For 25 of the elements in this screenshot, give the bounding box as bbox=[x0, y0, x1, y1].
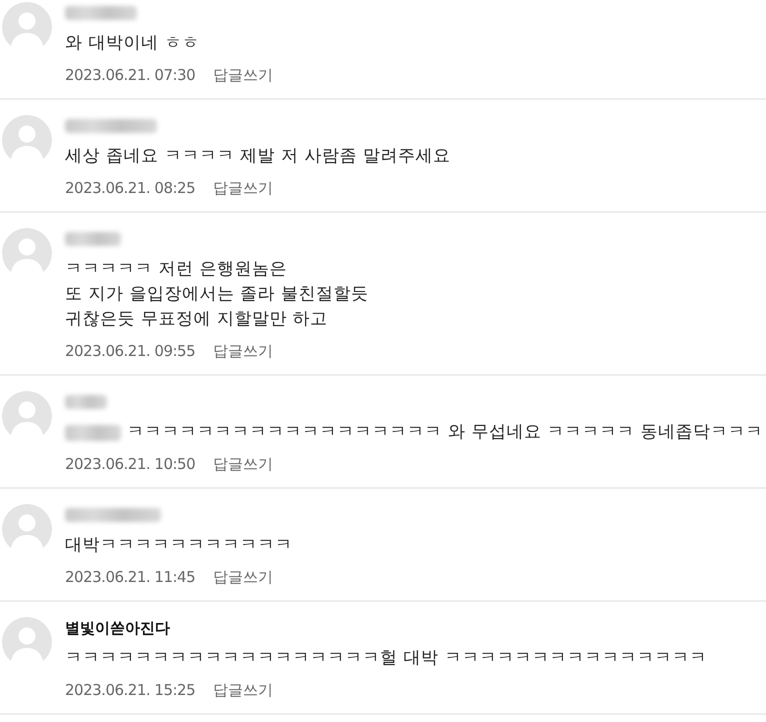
reply-link[interactable]: 답글쓰기 bbox=[213, 177, 274, 199]
comment-date: 2023.06.21. 11:45 bbox=[65, 567, 196, 588]
avatar-icon bbox=[2, 504, 52, 554]
comment-text: 세상 좁네요 ㅋㅋㅋㅋ 제발 저 사람좀 말려주세요 bbox=[65, 145, 450, 168]
comment-date: 2023.06.21. 10:50 bbox=[65, 454, 196, 475]
avatar-icon bbox=[2, 2, 52, 52]
reply-link[interactable]: 답글쓰기 bbox=[213, 679, 274, 701]
comment-date: 2023.06.21. 09:55 bbox=[65, 341, 196, 362]
reply-link[interactable]: 답글쓰기 bbox=[213, 64, 274, 86]
avatar-icon bbox=[2, 617, 52, 667]
comment-date: 2023.06.21. 08:25 bbox=[65, 178, 196, 199]
avatar-icon bbox=[2, 115, 52, 165]
author-name: 별빛이쏟아진다 bbox=[65, 618, 170, 638]
comment-date: 2023.06.21. 07:30 bbox=[65, 65, 196, 86]
comment-text: 와 대박이네 ㅎㅎ bbox=[65, 32, 200, 55]
avatar-icon bbox=[2, 391, 52, 441]
reply-link[interactable]: 답글쓰기 bbox=[213, 453, 274, 475]
reply-link[interactable]: 답글쓰기 bbox=[213, 340, 274, 362]
comment-date: 2023.06.21. 15:25 bbox=[65, 680, 196, 701]
reply-link[interactable]: 답글쓰기 bbox=[213, 566, 274, 588]
avatar-icon bbox=[2, 228, 52, 278]
comment-text: ㅋㅋㅋㅋㅋ 저런 은행원놈은 또 지가 을입장에서는 졸라 불친절할듯 귀찮은듯 무표정에 지할말만 하고 bbox=[65, 258, 369, 331]
comment-text: 대박ㅋㅋㅋㅋㅋㅋㅋㅋㅋㅋㅋ bbox=[65, 534, 292, 557]
comment-text: ㅋㅋㅋㅋㅋㅋㅋㅋㅋㅋㅋㅋㅋㅋㅋㅋㅋㅋ 와 무섭네요 ㅋㅋㅋㅋㅋ 동네좁닥ㅋㅋㅋ bbox=[127, 421, 764, 444]
comment-text: ㅋㅋㅋㅋㅋㅋㅋㅋㅋㅋㅋㅋㅋㅋㅋㅋㅋㅋ헐 대박 ㅋㅋㅋㅋㅋㅋㅋㅋㅋㅋㅋㅋㅋㅋㅋ bbox=[65, 647, 707, 670]
